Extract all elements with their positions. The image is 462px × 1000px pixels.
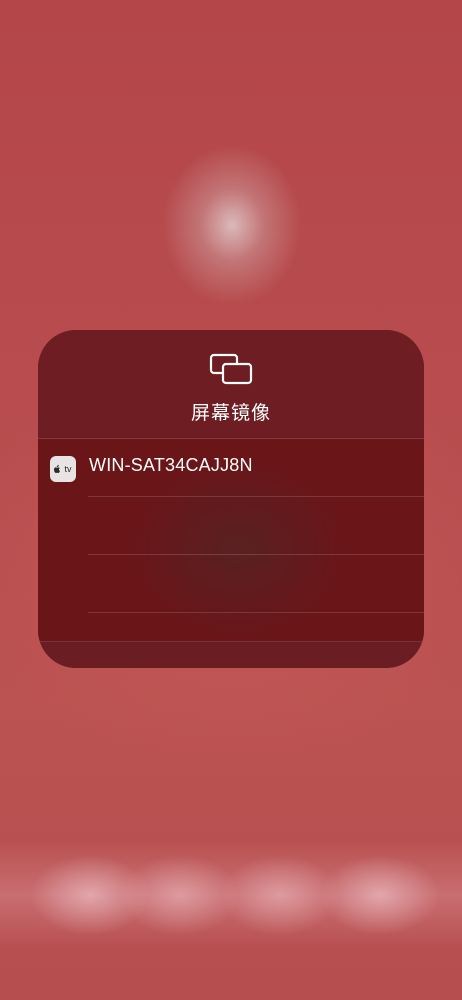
screen-mirroring-panel: 屏幕镜像 tv WIN-SAT34CAJJ8N (38, 330, 424, 668)
device-row[interactable]: tv WIN-SAT34CAJJ8N (38, 439, 424, 497)
panel-footer (38, 641, 424, 668)
blurred-control-center-buttons (0, 840, 462, 950)
empty-row (38, 555, 424, 613)
device-name: WIN-SAT34CAJJ8N (89, 455, 253, 475)
panel-header: 屏幕镜像 (38, 330, 424, 438)
empty-row (38, 497, 424, 555)
tv-label: tv (64, 464, 72, 474)
device-list: tv WIN-SAT34CAJJ8N (38, 439, 424, 641)
row-divider (88, 612, 424, 613)
screen-mirroring-icon (209, 353, 253, 385)
panel-title: 屏幕镜像 (190, 403, 271, 424)
apple-tv-icon: tv (50, 456, 76, 482)
